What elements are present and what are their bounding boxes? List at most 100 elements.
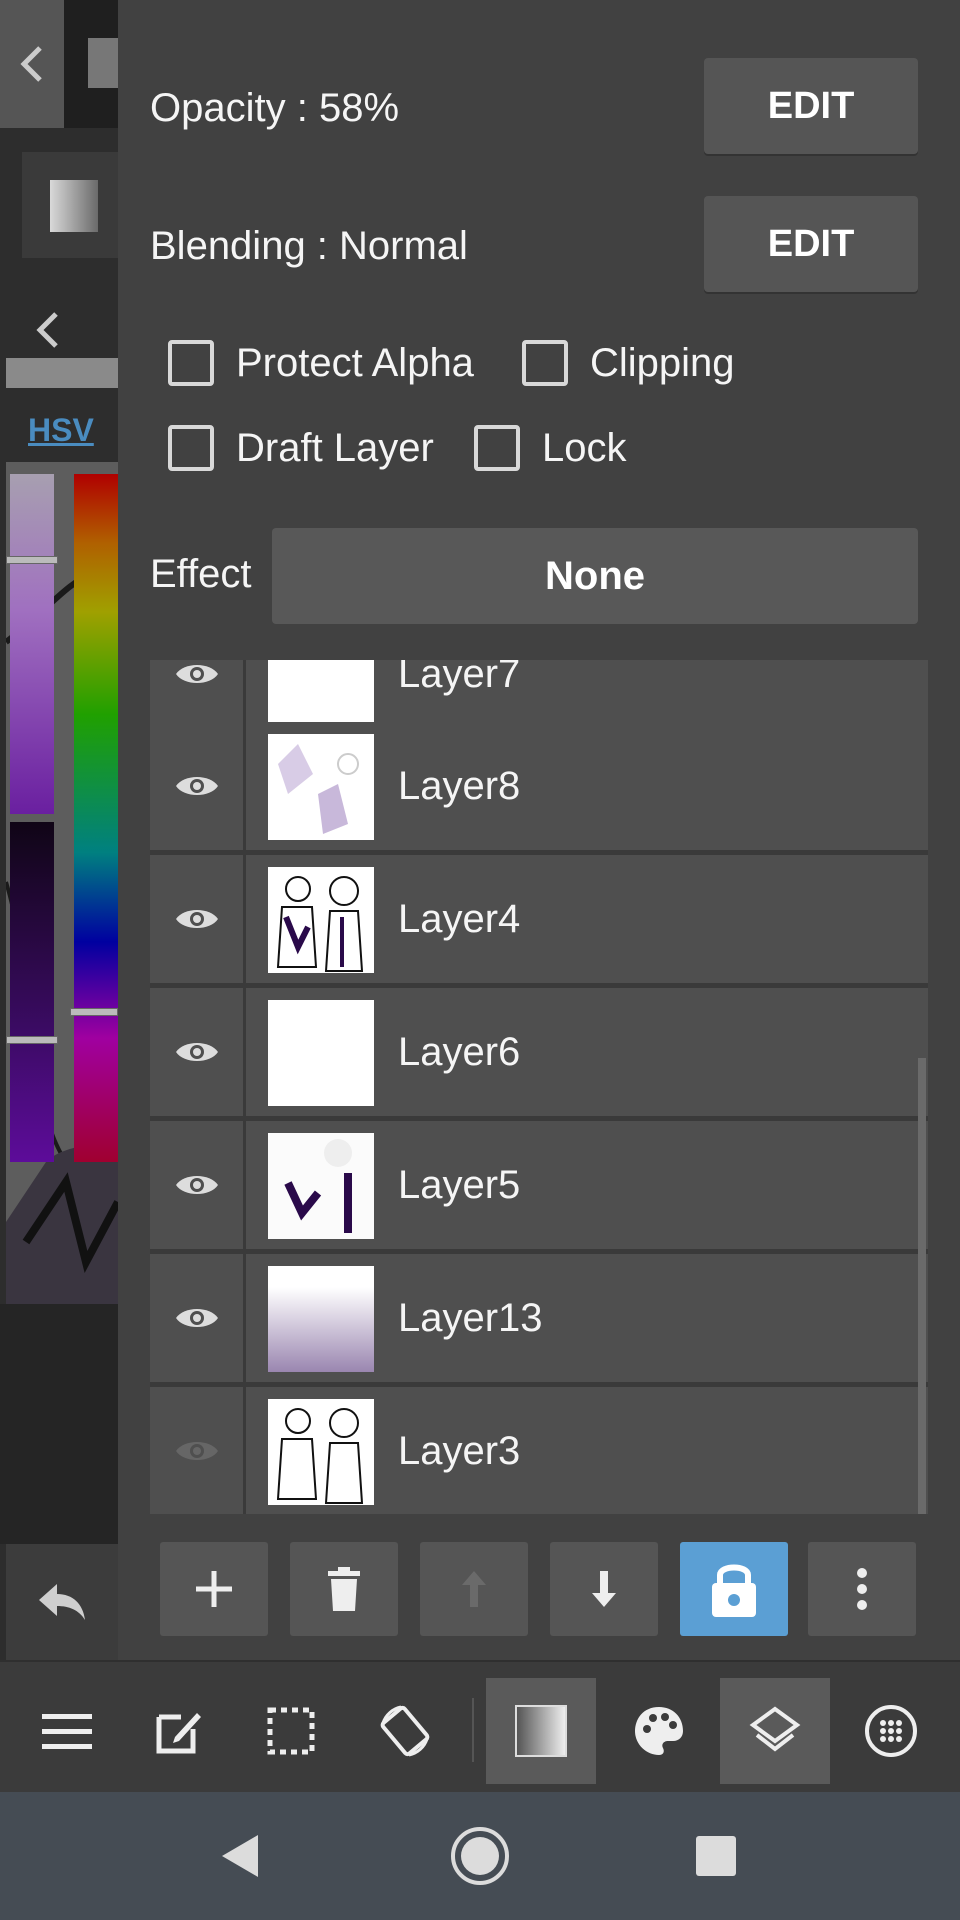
layer-list-scrollbar[interactable] <box>918 1058 926 1514</box>
left-top-tab[interactable] <box>88 38 118 88</box>
visibility-toggle[interactable] <box>150 722 246 850</box>
nav-back-button[interactable] <box>200 1816 280 1896</box>
layer-row[interactable]: Layer5 <box>150 1121 928 1249</box>
hue-slider[interactable] <box>74 474 118 1162</box>
brush-color-button[interactable] <box>486 1678 596 1784</box>
layer-thumbnail <box>268 1399 374 1505</box>
opacity-label: Opacity : 58% <box>150 86 400 130</box>
layer-row[interactable]: Layer6 <box>150 988 928 1116</box>
eye-icon <box>175 777 218 795</box>
delete-layer-button[interactable] <box>290 1542 398 1636</box>
visibility-toggle[interactable] <box>150 1254 246 1382</box>
layer-thumbnail <box>268 867 374 973</box>
palette-button[interactable] <box>604 1678 714 1784</box>
lock-icon <box>712 1564 756 1617</box>
visibility-toggle[interactable] <box>150 988 246 1116</box>
layer-name: Layer8 <box>398 763 521 808</box>
rotate-canvas-button[interactable] <box>350 1678 460 1784</box>
layer-row[interactable]: Layer3 <box>150 1387 928 1514</box>
more-vert-icon <box>857 1568 867 1610</box>
lock-checkbox[interactable]: Lock <box>474 425 627 471</box>
nav-home-button[interactable] <box>440 1816 520 1896</box>
add-layer-button[interactable] <box>160 1542 268 1636</box>
home-circle-icon <box>451 1827 509 1885</box>
add-icon <box>196 1571 232 1607</box>
protect-alpha-checkbox[interactable]: Protect Alpha <box>168 340 474 386</box>
layer-name: Layer13 <box>398 1295 543 1340</box>
brush-color-icon <box>515 1705 567 1757</box>
saturation-handle[interactable] <box>6 556 58 564</box>
layer-list[interactable]: Layer7 Layer8 Layer4 Layer6 Layer5 Layer… <box>150 660 928 1514</box>
trash-icon <box>328 1567 360 1611</box>
lock-label: Lock <box>542 425 627 470</box>
undo-button[interactable] <box>6 1544 118 1660</box>
draft-layer-checkbox[interactable]: Draft Layer <box>168 425 434 471</box>
eye-icon-hidden <box>175 1442 218 1460</box>
effect-select-button[interactable]: None <box>272 528 918 624</box>
layer-thumbnail <box>268 1000 374 1106</box>
edit-icon <box>156 1713 201 1754</box>
clipping-checkbox[interactable]: Clipping <box>522 340 735 386</box>
selection-icon <box>267 1707 315 1755</box>
undo-icon <box>39 1584 85 1620</box>
eye-icon <box>175 665 218 683</box>
hsv-mode-link[interactable]: HSV <box>28 412 94 449</box>
lock-layer-button[interactable] <box>680 1542 788 1636</box>
menu-button[interactable] <box>12 1678 122 1784</box>
layers-button[interactable] <box>720 1678 830 1784</box>
hue-handle[interactable] <box>70 1008 118 1016</box>
nav-recents-button[interactable] <box>676 1816 756 1896</box>
edit-button[interactable] <box>124 1678 234 1784</box>
color-panel-header <box>6 358 118 388</box>
layer-thumbnail <box>268 734 374 840</box>
checkbox-box <box>522 340 568 386</box>
value-handle[interactable] <box>6 1036 58 1044</box>
toolbar-separator <box>472 1698 474 1762</box>
current-color-swatch[interactable] <box>50 180 98 232</box>
layer-name: Layer4 <box>398 896 521 941</box>
move-layer-up-button[interactable] <box>420 1542 528 1636</box>
protect-alpha-label: Protect Alpha <box>236 340 474 385</box>
recents-square-icon <box>696 1836 736 1876</box>
bottom-toolbar <box>0 1660 960 1792</box>
layer-menu-button[interactable] <box>808 1542 916 1636</box>
move-layer-down-button[interactable] <box>550 1542 658 1636</box>
layer-name: Layer5 <box>398 1162 521 1207</box>
checkbox-box <box>168 425 214 471</box>
eye-icon <box>175 1176 218 1194</box>
system-nav-bar <box>0 1792 960 1920</box>
collapse-color-panel-icon[interactable] <box>34 310 62 360</box>
value-slider[interactable] <box>10 822 54 1162</box>
visibility-toggle[interactable] <box>150 1387 246 1514</box>
selection-button[interactable] <box>236 1678 346 1784</box>
arrow-up-icon <box>462 1571 486 1607</box>
checkbox-box <box>168 340 214 386</box>
eye-icon <box>175 910 218 928</box>
layer-row[interactable]: Layer4 <box>150 855 928 983</box>
opacity-edit-button[interactable]: EDIT <box>704 58 918 154</box>
left-side-panel: HSV <box>0 0 118 1660</box>
checkbox-box <box>474 425 520 471</box>
blending-label: Blending : Normal <box>150 224 468 268</box>
back-triangle-icon <box>222 1835 258 1877</box>
menu-icon <box>42 1714 92 1749</box>
materials-button[interactable] <box>836 1678 946 1784</box>
blending-edit-button[interactable]: EDIT <box>704 196 918 292</box>
rotate-icon <box>380 1705 430 1757</box>
saturation-slider[interactable] <box>10 474 54 814</box>
left-lower-area <box>0 1304 118 1544</box>
eye-icon <box>175 1043 218 1061</box>
layer-thumbnail <box>268 1133 374 1239</box>
visibility-toggle[interactable] <box>150 1121 246 1249</box>
layer-row[interactable]: Layer8 <box>150 722 928 850</box>
layer-properties-panel: Opacity : 58% EDIT Blending : Normal EDI… <box>118 0 960 1660</box>
draft-layer-label: Draft Layer <box>236 425 434 470</box>
layer-thumbnail <box>268 1266 374 1372</box>
effect-label: Effect <box>150 552 252 596</box>
collapse-left-button[interactable] <box>0 0 64 128</box>
layer-row[interactable]: Layer13 <box>150 1254 928 1382</box>
layers-icon <box>749 1706 801 1752</box>
layer-thumbnail <box>268 660 374 728</box>
layer-name: Layer6 <box>398 1029 521 1074</box>
visibility-toggle[interactable] <box>150 855 246 983</box>
